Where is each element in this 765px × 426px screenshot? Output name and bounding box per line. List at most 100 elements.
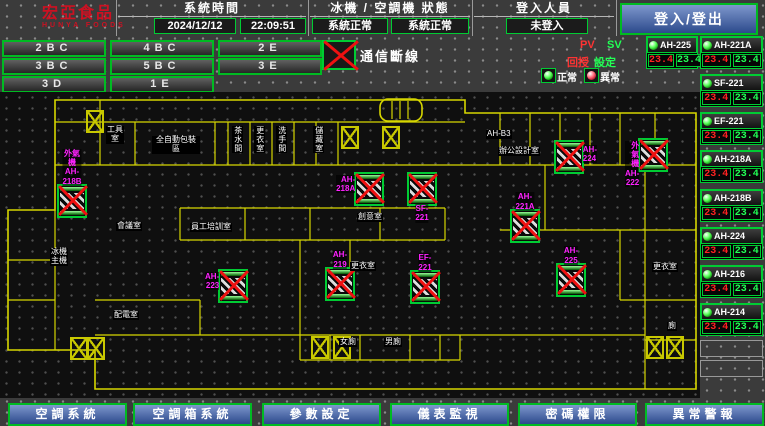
fan-unit-icon-EF-221[interactable]: EF-221 bbox=[410, 270, 440, 304]
unit-status-led-icon bbox=[703, 194, 712, 203]
unit-pv-value: 23.4 bbox=[702, 321, 731, 334]
floor-button-2E[interactable]: 2E bbox=[218, 40, 322, 57]
fan-unit-label: 外氣機 AH-222 bbox=[625, 141, 639, 187]
unit-sv-value: 23.4 bbox=[733, 130, 762, 143]
unit-name: AH-216 bbox=[714, 269, 745, 279]
fan-unit-icon-AH-223[interactable]: AH-223 bbox=[218, 269, 248, 303]
room-label: 茶水間 bbox=[232, 126, 243, 153]
room-label: 工具 室 bbox=[106, 126, 124, 144]
fan-unit-icon-外氣機-AH-218B[interactable]: 外氣機 AH-218B bbox=[57, 184, 87, 218]
unit-values-AH-218A: 23.423.4 bbox=[700, 166, 763, 183]
fan-unit-icon-AH-218A[interactable]: AH-218A bbox=[354, 172, 384, 206]
fan-unit-icon-外氣機-AH-222[interactable]: 外氣機 AH-222 bbox=[638, 138, 668, 172]
fan-unit-label: AH-225 bbox=[564, 246, 578, 264]
room-label: 更衣室 bbox=[350, 262, 376, 271]
system-date-value: 2024/12/12 bbox=[154, 18, 236, 34]
fan-unit-label: AH-223 bbox=[205, 272, 219, 290]
room-label: 員工培訓室 bbox=[190, 223, 232, 232]
fan-unit-label: AH-224 bbox=[583, 145, 597, 163]
room-label: 儲藏室 bbox=[313, 126, 324, 153]
menu-button-密碼權限[interactable]: 密碼權限 bbox=[518, 403, 637, 426]
unit-values-AH-221A: 23.423.4 bbox=[700, 52, 763, 69]
room-label: 廁 bbox=[667, 322, 677, 331]
header-divider bbox=[116, 0, 117, 36]
abnormal-led-icon bbox=[584, 68, 599, 83]
menu-button-儀表監視[interactable]: 儀表監視 bbox=[390, 403, 509, 426]
fan-unit-label: SF-221 bbox=[415, 204, 428, 222]
unit-sv-value: 23.4 bbox=[733, 168, 762, 181]
unit-values-AH-224: 23.423.4 bbox=[700, 243, 763, 260]
room-label: 全自動包裝區 bbox=[152, 136, 200, 154]
floor-button-1E[interactable]: 1E bbox=[110, 76, 214, 93]
stairwell-icon bbox=[87, 337, 105, 360]
machine-status-label: 冰機 / 空調機 狀態 bbox=[310, 1, 470, 17]
header-divider bbox=[308, 0, 309, 36]
unit-status-led-icon bbox=[703, 270, 712, 279]
header-divider bbox=[472, 0, 473, 36]
chiller-status-value: 系統正常 bbox=[312, 18, 388, 34]
floor-plan: 外氣機 AH-218B AH-218A SF-221 AH-224 外氣機 AH-222… bbox=[0, 92, 700, 398]
menu-button-異常警報[interactable]: 異常警報 bbox=[645, 403, 764, 426]
unit-pv-value: 23.4 bbox=[702, 54, 731, 67]
empty-unit-slot bbox=[700, 360, 763, 377]
stairwell-icon bbox=[666, 336, 684, 359]
menu-button-空調箱系統[interactable]: 空調箱系統 bbox=[133, 403, 252, 426]
unit-sv-value: 23.4 bbox=[733, 245, 762, 258]
fan-unit-icon-AH-219[interactable]: AH-219 bbox=[325, 267, 355, 301]
room-label: 會議室 bbox=[116, 222, 142, 231]
system-clock-value: 22:09:51 bbox=[240, 18, 306, 34]
unit-sv-value: 23.4 bbox=[733, 207, 762, 220]
room-label: AH-B3 bbox=[486, 130, 512, 139]
system-time-label: 系統時間 bbox=[118, 1, 306, 17]
unit-pv-value: 23.4 bbox=[702, 245, 731, 258]
fan-unit-icon-AH-221A[interactable]: AH-221A bbox=[510, 209, 540, 243]
room-label: 辦公設計室 bbox=[498, 147, 540, 156]
menu-button-參數設定[interactable]: 參數設定 bbox=[262, 403, 381, 426]
unit-values-AH-214: 23.423.4 bbox=[700, 319, 763, 336]
comm-offline-label: 通信斷線 bbox=[360, 46, 420, 65]
empty-unit-slot bbox=[700, 340, 763, 357]
unit-values-AH-218B: 23.423.4 bbox=[700, 205, 763, 222]
unit-sv-value: 23.4 bbox=[733, 321, 762, 334]
unit-values-AH-225: 23.423.4 bbox=[646, 52, 698, 69]
fan-unit-icon-AH-225[interactable]: AH-225 bbox=[556, 263, 586, 297]
legend-sv: SV bbox=[607, 39, 622, 51]
unit-status-led-icon bbox=[703, 155, 712, 164]
header-divider bbox=[616, 0, 617, 36]
brand-name-en: HUNYA FOODS bbox=[42, 22, 126, 29]
floor-button-3D[interactable]: 3D bbox=[2, 76, 106, 93]
unit-pv-value: 23.4 bbox=[702, 130, 731, 143]
fan-unit-icon-AH-224[interactable]: AH-224 bbox=[554, 140, 584, 174]
abnormal-led-label: 異常 bbox=[600, 69, 620, 84]
legend-pv: PV bbox=[580, 39, 595, 51]
unit-values-EF-221: 23.423.4 bbox=[700, 128, 763, 145]
unit-status-led-icon bbox=[703, 41, 712, 50]
room-label: 更衣室 bbox=[652, 263, 678, 272]
unit-name: EF-221 bbox=[714, 116, 744, 126]
unit-sv-value: 23.4 bbox=[733, 92, 762, 105]
stairwell-icon bbox=[382, 126, 400, 149]
unit-status-led-icon bbox=[703, 79, 712, 88]
floor-button-3E[interactable]: 3E bbox=[218, 58, 322, 75]
unit-name: SF-221 bbox=[714, 78, 744, 88]
room-label: 男廁 bbox=[384, 338, 402, 347]
unit-name: AH-218A bbox=[714, 154, 752, 164]
room-label: 冰機 主機 bbox=[50, 248, 68, 266]
room-label: 創意室 bbox=[357, 213, 383, 222]
floor-button-5BC[interactable]: 5BC bbox=[110, 58, 214, 75]
floor-button-2BC[interactable]: 2BC bbox=[2, 40, 106, 57]
unit-pv-value: 23.4 bbox=[702, 207, 731, 220]
room-label: 女廁 bbox=[339, 338, 357, 347]
unit-status-led-icon bbox=[703, 232, 712, 241]
fan-unit-icon-SF-221[interactable]: SF-221 bbox=[407, 172, 437, 206]
stairwell-icon bbox=[311, 336, 329, 359]
floor-button-3BC[interactable]: 3BC bbox=[2, 58, 106, 75]
unit-pv-value: 23.4 bbox=[702, 92, 731, 105]
login-logout-button[interactable]: 登入/登出 bbox=[620, 3, 758, 35]
unit-status-led-icon bbox=[649, 41, 658, 50]
brand-logo: 宏亞食品 HUNYA FOODS bbox=[4, 2, 126, 32]
unit-name: AH-218B bbox=[714, 193, 752, 203]
brand-emblem-icon bbox=[4, 2, 38, 32]
menu-button-空調系統[interactable]: 空調系統 bbox=[8, 403, 127, 426]
floor-button-4BC[interactable]: 4BC bbox=[110, 40, 214, 57]
